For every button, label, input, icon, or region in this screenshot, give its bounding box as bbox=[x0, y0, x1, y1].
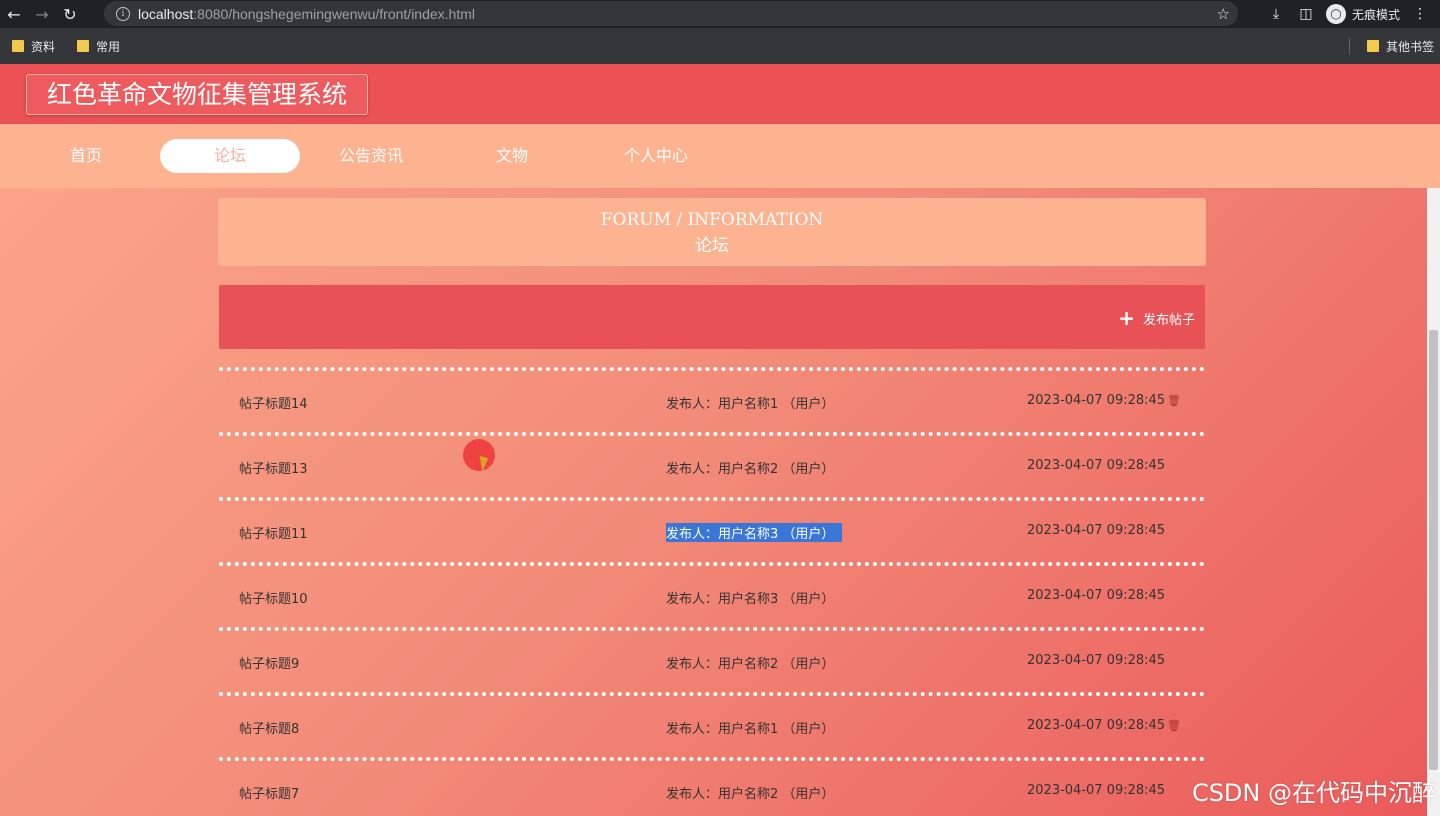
page: 红色革命文物征集管理系统 首页 论坛 公告资讯 文物 个人中心 FORUM / … bbox=[0, 64, 1440, 816]
incognito-badge[interactable]: ◯ 无痕模式 bbox=[1325, 4, 1400, 24]
bookmark-folder[interactable]: 资料 bbox=[12, 38, 55, 55]
post-row[interactable]: 帖子标题11 发布人：用户名称3 （用户） 2023-04-07 09:28:4… bbox=[219, 497, 1205, 562]
section-heading: FORUM / INFORMATION 论坛 bbox=[218, 198, 1206, 266]
section-title-cn: 论坛 bbox=[695, 236, 729, 256]
other-bookmarks[interactable]: 其他书签 bbox=[1366, 28, 1434, 64]
post-author: 发布人：用户名称3 （用户） bbox=[666, 592, 835, 607]
url-host: localhost bbox=[138, 5, 194, 22]
post-title[interactable]: 帖子标题11 bbox=[239, 523, 308, 542]
plus-icon: + bbox=[1118, 306, 1135, 330]
post-row[interactable]: 帖子标题10 发布人：用户名称3 （用户） 2023-04-07 09:28:4… bbox=[219, 562, 1205, 627]
site-title: 红色革命文物征集管理系统 bbox=[26, 74, 369, 115]
post-author: 发布人：用户名称2 （用户） bbox=[666, 657, 835, 672]
post-time: 2023-04-07 09:28:45 bbox=[1027, 718, 1166, 733]
post-time: 2023-04-07 09:28:45 bbox=[1027, 458, 1166, 473]
watermark: CSDN @在代码中沉醉 bbox=[1191, 779, 1436, 807]
post-row[interactable]: 帖子标题7 发布人：用户名称2 （用户） 2023-04-07 09:28:45 bbox=[219, 757, 1205, 816]
folder-icon bbox=[77, 40, 90, 52]
action-bar: + 发布帖子 bbox=[219, 285, 1205, 349]
post-author: 发布人：用户名称1 （用户） bbox=[666, 397, 835, 412]
bookmarks-bar: 资料 常用 其他书签 bbox=[0, 28, 1440, 64]
post-title[interactable]: 帖子标题14 bbox=[239, 393, 308, 412]
delete-icon[interactable]: 🗑 bbox=[1167, 394, 1181, 407]
download-icon[interactable]: ⤓ bbox=[1266, 6, 1286, 22]
publish-post-label: 发布帖子 bbox=[1142, 312, 1195, 328]
other-bookmarks-label: 其他书签 bbox=[1385, 39, 1434, 54]
side-panel-icon[interactable]: ◫ bbox=[1296, 6, 1316, 22]
post-author: 发布人：用户名称2 （用户） bbox=[666, 462, 835, 477]
bookmark-label: 常用 bbox=[96, 39, 121, 54]
menu-icon[interactable]: ⋮ bbox=[1410, 6, 1430, 22]
post-time: 2023-04-07 09:28:45 bbox=[1027, 783, 1166, 798]
back-icon[interactable]: ← bbox=[0, 0, 28, 28]
post-title[interactable]: 帖子标题8 bbox=[239, 718, 299, 737]
post-time: 2023-04-07 09:28:45 bbox=[1027, 393, 1166, 408]
address-bar[interactable]: i localhost:8080/hongshegemingwenwu/fron… bbox=[104, 1, 1238, 26]
url-path: :8080/hongshegemingwenwu/front/index.htm… bbox=[193, 5, 476, 22]
bookmark-star-icon[interactable]: ☆ bbox=[1217, 5, 1230, 23]
folder-icon bbox=[12, 40, 24, 52]
post-row[interactable]: 帖子标题8 发布人：用户名称1 （用户） 2023-04-07 09:28:45… bbox=[219, 692, 1205, 757]
nav-item-forum[interactable]: 论坛 bbox=[160, 139, 300, 173]
post-row[interactable]: 帖子标题13 发布人：用户名称2 （用户） 2023-04-07 09:28:4… bbox=[219, 432, 1205, 497]
reload-icon[interactable]: ↻ bbox=[56, 0, 84, 28]
nav-item-relics[interactable]: 文物 bbox=[442, 139, 582, 173]
post-row[interactable]: 帖子标题14 发布人：用户名称1 （用户） 2023-04-07 09:28:4… bbox=[219, 367, 1205, 432]
post-title[interactable]: 帖子标题9 bbox=[239, 653, 299, 672]
nav-item-home[interactable]: 首页 bbox=[16, 139, 156, 173]
post-author: 发布人：用户名称2 （用户） bbox=[666, 787, 835, 802]
post-title[interactable]: 帖子标题13 bbox=[239, 458, 308, 477]
site-info-icon[interactable]: i bbox=[116, 6, 130, 21]
bookmark-label: 资料 bbox=[31, 39, 56, 54]
bookmark-folder[interactable]: 常用 bbox=[77, 38, 120, 55]
site-header: 红色革命文物征集管理系统 bbox=[0, 64, 1440, 124]
post-title[interactable]: 帖子标题10 bbox=[239, 588, 308, 607]
post-row[interactable]: 帖子标题9 发布人：用户名称2 （用户） 2023-04-07 09:28:45 bbox=[219, 627, 1205, 692]
nav-item-profile[interactable]: 个人中心 bbox=[586, 139, 726, 173]
post-author: 发布人：用户名称1 （用户） bbox=[666, 722, 835, 737]
folder-icon bbox=[1366, 40, 1379, 52]
nav-item-news[interactable]: 公告资讯 bbox=[301, 139, 441, 173]
incognito-label: 无痕模式 bbox=[1351, 7, 1400, 22]
incognito-icon: ◯ bbox=[1325, 4, 1346, 24]
post-author: 发布人：用户名称3 （用户） bbox=[666, 523, 843, 542]
scrollbar-thumb[interactable] bbox=[1429, 330, 1438, 770]
scrollbar[interactable] bbox=[1427, 188, 1440, 816]
delete-icon[interactable]: 🗑 bbox=[1167, 719, 1181, 732]
post-list: 帖子标题14 发布人：用户名称1 （用户） 2023-04-07 09:28:4… bbox=[219, 367, 1205, 816]
publish-post-button[interactable]: + 发布帖子 bbox=[1118, 307, 1195, 329]
forward-icon[interactable]: → bbox=[28, 0, 56, 28]
post-time: 2023-04-07 09:28:45 bbox=[1027, 523, 1166, 538]
post-time: 2023-04-07 09:28:45 bbox=[1027, 653, 1166, 668]
post-time: 2023-04-07 09:28:45 bbox=[1027, 588, 1166, 603]
browser-toolbar: ← → ↻ i localhost:8080/hongshegemingwenw… bbox=[0, 0, 1440, 28]
bookmark-separator bbox=[1349, 38, 1350, 54]
main-nav: 首页 论坛 公告资讯 文物 个人中心 bbox=[0, 124, 1440, 188]
post-title[interactable]: 帖子标题7 bbox=[239, 783, 299, 802]
section-title-en: FORUM / INFORMATION bbox=[600, 210, 824, 230]
